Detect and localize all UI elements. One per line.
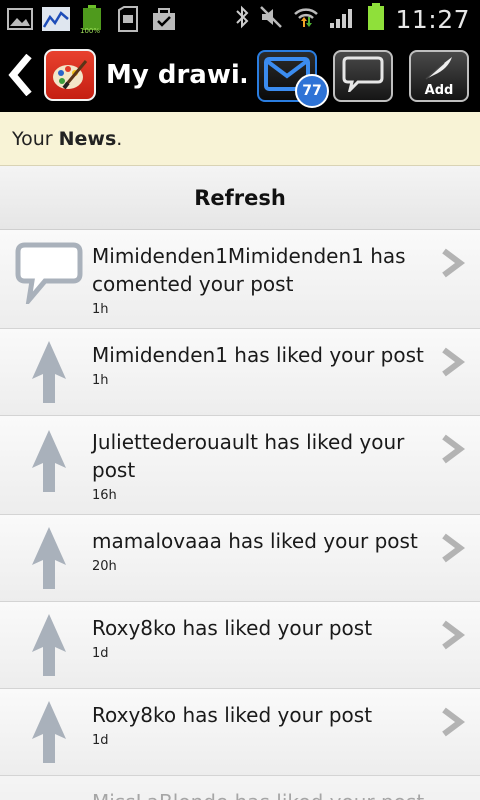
notification-text: Juliettederouault has liked your post	[92, 430, 405, 482]
notification-text: Mimidenden1 has liked your post	[92, 343, 424, 367]
notification-time: 20h	[92, 559, 117, 574]
message-count-badge: 77	[295, 74, 329, 108]
stocks-icon	[42, 6, 70, 32]
list-item[interactable]: Mimidenden1 has liked your post 1h	[0, 329, 480, 416]
news-label: News	[58, 127, 117, 150]
notification-time: 1d	[92, 646, 109, 661]
signal-icon	[329, 5, 357, 33]
news-suffix: .	[116, 127, 123, 150]
page-title: My drawi…	[106, 60, 246, 90]
wifi-icon	[293, 5, 319, 33]
arrow-up-icon	[14, 699, 84, 765]
speech-bubble-icon	[342, 56, 384, 96]
notification-text: Mimidenden1Mimidenden1 has comented your…	[92, 244, 406, 296]
news-prefix: Your	[12, 127, 59, 150]
sd-card-icon	[114, 6, 142, 32]
task-check-icon	[150, 6, 178, 32]
add-post-button[interactable]: Add	[409, 50, 469, 102]
battery-icon	[367, 3, 385, 35]
notification-time: 16h	[92, 488, 117, 503]
chevron-right-icon	[438, 248, 466, 278]
notification-time: 1d	[92, 733, 109, 748]
notification-text: mamalovaaa has liked your post	[92, 529, 418, 553]
news-banner: Your News.	[0, 112, 480, 166]
status-bar: 11:27 100%	[0, 0, 480, 38]
back-chevron-icon[interactable]	[0, 38, 40, 112]
notification-text: Roxy8ko has liked your post	[92, 703, 373, 727]
add-button-label: Add	[424, 82, 454, 98]
arrow-up-icon	[14, 612, 84, 678]
arrow-up-icon	[14, 428, 84, 494]
battery-widget-label: 100%	[80, 27, 101, 35]
bluetooth-icon	[235, 5, 249, 33]
list-item[interactable]: MissLaBlonde has liked your post	[0, 776, 480, 800]
chevron-right-icon	[438, 347, 466, 377]
clock: 11:27	[395, 4, 470, 34]
list-item[interactable]: Juliettederouault has liked your post 16…	[0, 416, 480, 515]
chat-button[interactable]	[333, 50, 393, 102]
list-item[interactable]: mamalovaaa has liked your post 20h	[0, 515, 480, 602]
list-item[interactable]: Roxy8ko has liked your post 1d	[0, 689, 480, 776]
chevron-right-icon	[438, 434, 466, 464]
notification-list: Mimidenden1Mimidenden1 has comented your…	[0, 230, 480, 800]
mute-icon	[259, 5, 283, 33]
feather-icon	[422, 55, 456, 85]
list-item[interactable]: Mimidenden1Mimidenden1 has comented your…	[0, 230, 480, 329]
chevron-right-icon	[438, 533, 466, 563]
comment-icon	[14, 242, 84, 304]
arrow-up-icon	[14, 525, 84, 591]
refresh-button[interactable]: Refresh	[0, 166, 480, 230]
notification-text: Roxy8ko has liked your post	[92, 616, 373, 640]
notification-text: MissLaBlonde has liked your post	[92, 788, 442, 800]
notification-time: 1h	[92, 373, 109, 388]
action-bar: My drawi… Add	[0, 38, 480, 112]
app-palette-icon[interactable]	[44, 49, 96, 101]
gallery-icon	[6, 6, 34, 32]
list-item[interactable]: Roxy8ko has liked your post 1d	[0, 602, 480, 689]
arrow-up-icon	[14, 339, 84, 405]
chevron-right-icon	[438, 707, 466, 737]
notification-time: 1h	[92, 302, 109, 317]
chevron-right-icon	[438, 620, 466, 650]
